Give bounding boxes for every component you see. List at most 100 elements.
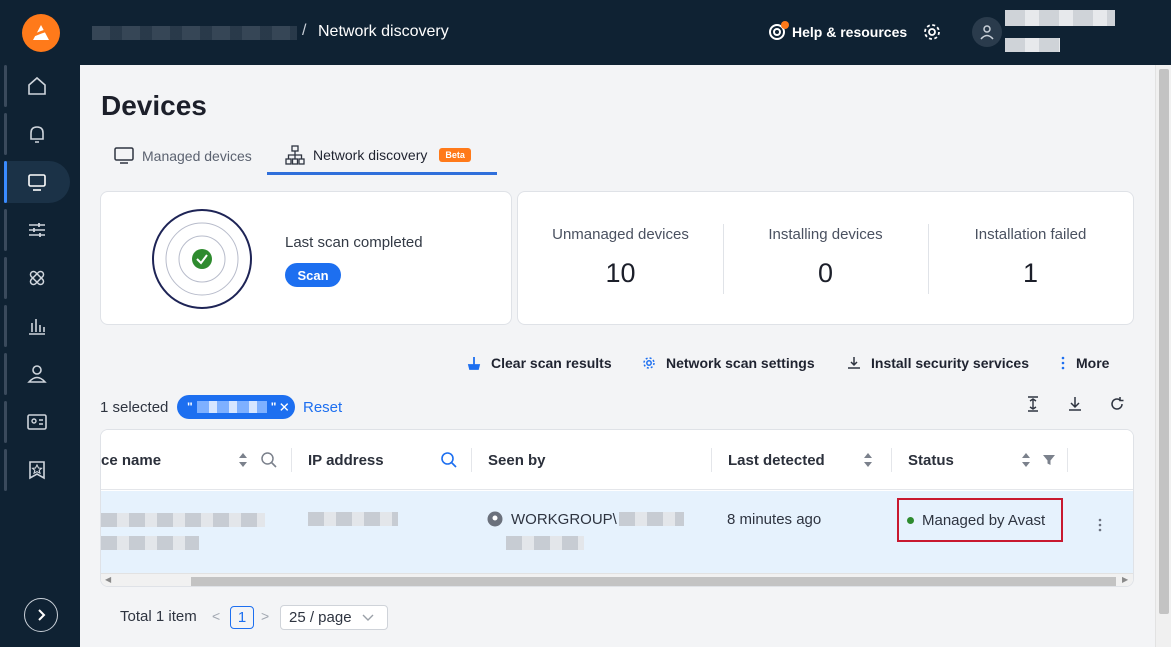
action-label: Install security services (871, 355, 1029, 371)
column-header-last-detected[interactable]: Last detected (728, 430, 888, 490)
sidebar-item-home[interactable] (4, 65, 70, 107)
page-size-select[interactable]: 25 / page (280, 605, 388, 630)
column-divider (291, 448, 292, 472)
sidebar-item-patches[interactable] (4, 257, 70, 299)
sort-icon[interactable] (237, 451, 249, 469)
install-security-services-button[interactable]: Install security services (847, 355, 1029, 371)
tab-managed-devices[interactable]: Managed devices (114, 137, 252, 175)
tab-label: Network discovery (313, 146, 428, 163)
next-page-icon[interactable]: > (261, 608, 269, 624)
column-header-device-name[interactable]: ce name (101, 430, 291, 490)
sidebar-item-policies[interactable] (4, 209, 70, 251)
column-header-status[interactable]: Status (908, 430, 1068, 490)
page-size-value: 25 / page (289, 609, 352, 626)
column-label: Last detected (728, 451, 825, 469)
user-icon (980, 25, 994, 40)
stat-installing[interactable]: Installing devices 0 (723, 192, 928, 326)
action-label: Clear scan results (491, 355, 612, 371)
user-avatar[interactable] (972, 17, 1002, 47)
refresh-button[interactable] (1106, 393, 1128, 415)
user-name-redacted[interactable] (1005, 10, 1115, 26)
stat-value: 0 (817, 258, 834, 288)
chip-quote-open: " (187, 400, 193, 414)
column-height-button[interactable] (1022, 393, 1044, 415)
horizontal-scrollbar[interactable]: ◀ ▶ (101, 573, 1133, 586)
sidebar-item-reports[interactable] (4, 305, 70, 347)
action-label: More (1076, 355, 1110, 371)
stat-value: 10 (605, 258, 636, 288)
table-row[interactable]: WORKGROUP\ 8 minutes ago Managed by Avas… (101, 491, 1133, 573)
device-name-redacted (101, 513, 265, 527)
seen-by-redacted (506, 536, 584, 550)
breadcrumb-parent-redacted[interactable] (92, 26, 297, 40)
settings-gear-button[interactable] (922, 22, 942, 47)
sort-icon[interactable] (862, 451, 874, 469)
sidebar-item-subscriptions[interactable] (4, 401, 70, 443)
sort-icon[interactable] (1020, 451, 1032, 469)
stat-unmanaged[interactable]: Unmanaged devices 10 (518, 192, 723, 326)
stat-label: Installation failed (974, 226, 1087, 243)
close-icon[interactable] (280, 402, 289, 412)
column-label: IP address (308, 451, 384, 469)
scan-button[interactable]: Scan (285, 263, 341, 287)
devices-table: ce name IP address Seen by Last detected… (100, 429, 1134, 587)
search-icon[interactable] (440, 451, 458, 469)
scroll-thumb[interactable] (1159, 69, 1169, 614)
filter-icon[interactable] (1042, 453, 1056, 467)
column-divider (1067, 448, 1068, 472)
search-icon[interactable] (260, 451, 278, 469)
beta-badge: Beta (439, 147, 471, 162)
selection-count: 1 selected (100, 399, 169, 416)
row-menu-icon[interactable] (1097, 517, 1103, 533)
breadcrumb-separator: / (302, 22, 307, 39)
user-org-redacted (1005, 38, 1060, 52)
stat-label: Unmanaged devices (552, 226, 689, 243)
expand-sidebar-button[interactable] (24, 598, 58, 632)
help-resources-button[interactable]: Help & resources (768, 21, 907, 42)
scroll-thumb[interactable] (191, 577, 1116, 586)
network-tree-icon (285, 144, 305, 165)
column-height-icon (1028, 396, 1038, 412)
table-header: ce name IP address Seen by Last detected… (101, 430, 1133, 490)
prev-page-icon[interactable]: < (212, 608, 220, 624)
sidebar-item-notifications[interactable] (4, 113, 70, 155)
ip-address-redacted (308, 512, 398, 526)
sidebar-item-users[interactable] (4, 353, 70, 395)
status-value: Managed by Avast (922, 511, 1046, 529)
avast-logo[interactable] (22, 14, 60, 52)
export-button[interactable] (1064, 393, 1086, 415)
chevron-right-icon (38, 609, 46, 621)
page-1-button[interactable]: 1 (230, 606, 254, 629)
stat-failed[interactable]: Installation failed 1 (928, 192, 1133, 326)
refresh-icon (1111, 397, 1124, 410)
monitor-icon (28, 174, 46, 191)
seen-by-redacted (619, 512, 684, 526)
more-button[interactable]: More (1060, 355, 1109, 371)
sidebar (0, 65, 80, 647)
column-header-ip-address[interactable]: IP address (308, 430, 478, 490)
sidebar-item-services[interactable] (4, 449, 70, 491)
bell-icon (30, 126, 44, 143)
kebab-icon (1061, 356, 1065, 370)
tab-network-discovery[interactable]: Network discovery Beta (267, 137, 497, 175)
chevron-down-icon (362, 614, 374, 621)
column-header-seen-by[interactable]: Seen by (488, 430, 708, 490)
reset-link[interactable]: Reset (303, 399, 342, 416)
action-label: Network scan settings (666, 355, 815, 371)
network-scan-settings-button[interactable]: Network scan settings (642, 355, 815, 371)
clear-scan-results-button[interactable]: Clear scan results (467, 355, 612, 371)
vertical-scrollbar[interactable] (1155, 65, 1171, 647)
column-divider (471, 448, 472, 472)
filter-chip[interactable]: " " (177, 395, 295, 419)
bandage-icon (29, 270, 45, 286)
scroll-right-icon[interactable]: ▶ (1122, 575, 1128, 584)
main-content: Devices Managed devices Network discover… (80, 65, 1155, 647)
home-icon (28, 76, 46, 95)
column-label: Seen by (488, 451, 546, 469)
sidebar-item-devices[interactable] (4, 161, 70, 203)
scroll-left-icon[interactable]: ◀ (105, 575, 111, 584)
scan-status-card: Last scan completed Scan (100, 191, 512, 325)
breadcrumb-current: Network discovery (318, 23, 449, 40)
download-icon (1069, 397, 1081, 411)
stat-label: Installing devices (768, 226, 883, 243)
